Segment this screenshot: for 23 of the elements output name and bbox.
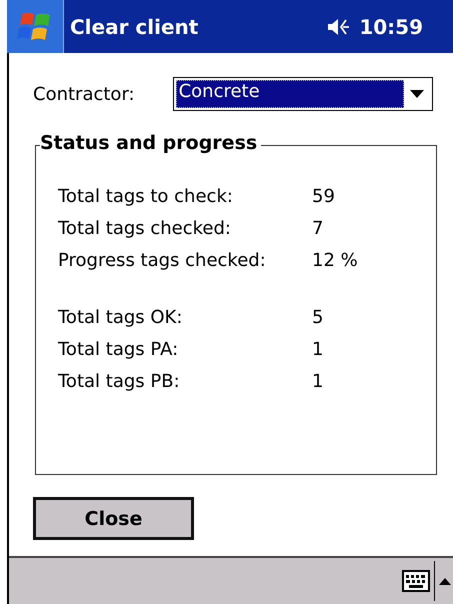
stat-label: Total tags to check: bbox=[58, 186, 234, 207]
stat-value: 1 bbox=[312, 371, 324, 392]
close-button[interactable]: Close bbox=[33, 497, 194, 540]
contractor-label: Contractor: bbox=[33, 84, 135, 104]
stat-label: Total tags PB: bbox=[58, 371, 181, 392]
stat-value: 12 % bbox=[312, 250, 358, 271]
keyboard-icon[interactable] bbox=[402, 570, 430, 592]
up-arrow-icon[interactable] bbox=[439, 577, 451, 585]
stat-label: Progress tags checked: bbox=[58, 250, 267, 271]
start-button[interactable] bbox=[7, 0, 64, 53]
stat-value: 7 bbox=[312, 218, 324, 239]
contractor-dropdown[interactable]: Concrete bbox=[172, 77, 433, 111]
group-title: Status and progress bbox=[40, 132, 262, 154]
stat-value: 1 bbox=[312, 339, 324, 360]
stat-label: Total tags OK: bbox=[58, 307, 184, 328]
clock-time[interactable]: 10:59 bbox=[359, 14, 423, 38]
stat-label: Total tags checked: bbox=[58, 218, 232, 239]
speaker-icon[interactable] bbox=[327, 16, 352, 36]
window-title: Clear client bbox=[70, 14, 200, 38]
stat-value: 5 bbox=[312, 307, 324, 328]
stat-value: 59 bbox=[312, 186, 335, 207]
stat-label: Total tags PA: bbox=[58, 339, 180, 360]
dropdown-arrow-icon bbox=[410, 89, 424, 99]
